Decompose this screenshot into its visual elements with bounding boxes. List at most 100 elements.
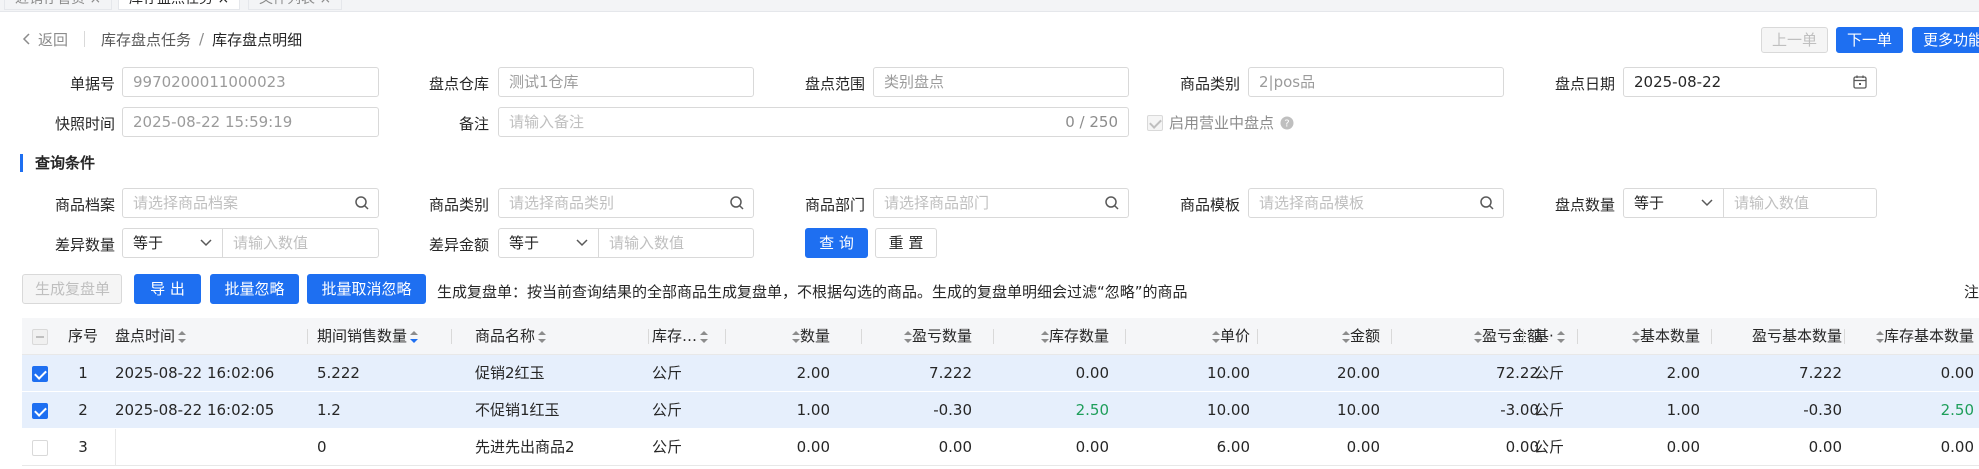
next-button[interactable]: 下一单	[1836, 27, 1904, 53]
sort-icon[interactable]	[700, 330, 709, 343]
header-pl-qty[interactable]: 盈亏数量	[872, 318, 972, 355]
header-stock-base-qty[interactable]: 库存基本数量	[1852, 318, 1974, 355]
reset-button[interactable]: 重 置	[875, 228, 937, 258]
header-period-sales[interactable]: 期间销售数量	[317, 318, 452, 355]
snapshot-value: 2025-08-22 15:59:19	[133, 113, 293, 131]
dept-input[interactable]: 请选择商品部门	[873, 188, 1129, 218]
sort-icon[interactable]	[903, 330, 912, 343]
header-product-name[interactable]: 商品名称	[475, 318, 595, 355]
sort-icon[interactable]	[178, 330, 187, 343]
row-checkbox-box[interactable]	[32, 365, 48, 382]
product-placeholder: 请选择商品档案	[133, 194, 239, 212]
search-icon[interactable]	[354, 195, 370, 211]
tab-stock-count-task[interactable]: 库存盘点任务 ×	[118, 0, 241, 10]
sort-icon[interactable]	[1040, 330, 1049, 343]
header-qty[interactable]: 数量	[742, 318, 830, 355]
select-all-checkbox[interactable]	[22, 318, 58, 355]
cell-pl-amount: 0.00	[1505, 438, 1539, 456]
header-stock-qty[interactable]: 库存数量	[1012, 318, 1109, 355]
date-field[interactable]: 2025-08-22	[1623, 67, 1877, 97]
category-field: 2|pos品	[1248, 67, 1504, 97]
remark-char-count: 0 / 250	[1065, 113, 1118, 131]
in-business-checkbox-box[interactable]	[1147, 114, 1163, 131]
count-qty-filter: 等于 请输入数值	[1623, 188, 1877, 218]
dept-placeholder: 请选择商品部门	[884, 194, 990, 212]
header-base-qty[interactable]: 基本数量	[1592, 318, 1700, 355]
header-pl-amount[interactable]: 盈亏金额	[1442, 318, 1542, 355]
help-icon[interactable]: ?	[1280, 116, 1294, 130]
remark-input[interactable]: 请输入备注 0 / 250	[498, 107, 1129, 137]
header-count-time[interactable]: 盘点时间	[115, 318, 265, 355]
breadcrumb-parent[interactable]: 库存盘点任务	[101, 29, 191, 50]
template-label: 商品模板	[1179, 196, 1240, 214]
search-icon[interactable]	[729, 195, 745, 211]
cell-stock-base-qty: 2.50	[1940, 401, 1974, 419]
row-checkbox[interactable]	[22, 429, 58, 466]
header-amount[interactable]: 金额	[1272, 318, 1380, 355]
diff-amt-value-input[interactable]: 请输入数值	[599, 229, 753, 257]
sort-icon[interactable]	[1631, 330, 1640, 343]
search-button[interactable]: 查 询	[805, 228, 868, 258]
table-row[interactable]: 3 0 先进先出商品2 公斤 0.00 0.00 0.00 6.00 0.00 …	[22, 429, 1979, 466]
category-value: 2|pos品	[1259, 73, 1316, 91]
column-divider	[648, 329, 649, 344]
product-input[interactable]: 请选择商品档案	[122, 188, 379, 218]
warehouse-value: 测试1仓库	[509, 73, 579, 91]
product-label: 商品档案	[54, 196, 115, 214]
header-price[interactable]: 单价	[1142, 318, 1250, 355]
cell-stock-unit: 公斤	[652, 438, 683, 456]
sort-icon[interactable]	[1556, 330, 1565, 343]
in-business-checkbox[interactable]: 启用营业中盘点 ?	[1147, 112, 1294, 133]
diff-qty-operator-select[interactable]: 等于	[123, 229, 223, 257]
prev-button[interactable]: 上一单	[1761, 27, 1829, 53]
select-all-checkbox-box[interactable]	[32, 328, 48, 345]
generate-recheck-button[interactable]: 生成复盘单	[22, 274, 122, 304]
sort-icon[interactable]	[1211, 330, 1220, 343]
tab-sales-inventory[interactable]: 近销存管货 ×	[4, 0, 113, 10]
sort-icon[interactable]	[1473, 330, 1482, 343]
table-row[interactable]: 1 2025-08-22 16:02:06 5.222 促销2红玉 公斤 2.0…	[22, 355, 1979, 392]
cell-stock-unit: 公斤	[652, 401, 683, 419]
column-divider	[993, 329, 994, 344]
tab-file-list[interactable]: 文件列表 ×	[248, 0, 343, 10]
table-row[interactable]: 2 2025-08-22 16:02:05 1.2 不促销1红玉 公斤 1.00…	[22, 392, 1979, 429]
diff-qty-operator-value: 等于	[133, 234, 164, 252]
search-icon[interactable]	[1104, 195, 1120, 211]
calendar-icon[interactable]	[1852, 74, 1868, 90]
column-divider	[1577, 329, 1578, 344]
cell-count-time	[115, 429, 305, 466]
header-base-qty-label: 基本数量	[1639, 327, 1700, 345]
header-pl-base-qty[interactable]: 盈亏基本数量	[1722, 318, 1842, 355]
sort-icon[interactable]	[538, 330, 547, 343]
query-category-input[interactable]: 请选择商品类别	[498, 188, 754, 218]
cell-pl-base-qty: -0.30	[1803, 401, 1842, 419]
sort-icon[interactable]	[410, 330, 419, 343]
export-button[interactable]: 导 出	[134, 274, 201, 304]
chevron-left-icon	[22, 33, 30, 45]
row-checkbox-box[interactable]	[32, 402, 48, 419]
cell-base-unit: 公斤	[1534, 364, 1565, 382]
header-base-unit[interactable]: 基·	[1534, 318, 1579, 355]
header-seq: 序号	[67, 327, 98, 345]
count-qty-operator-select[interactable]: 等于	[1624, 189, 1724, 217]
back-link[interactable]: 返回	[22, 29, 68, 50]
chevron-down-icon	[576, 239, 588, 247]
count-qty-value-input[interactable]: 请输入数值	[1724, 189, 1876, 217]
column-divider	[307, 329, 308, 344]
search-icon[interactable]	[1479, 195, 1495, 211]
cell-period-sales: 1.2	[317, 401, 341, 419]
sort-icon[interactable]	[1875, 330, 1884, 343]
more-button[interactable]: 更多功能	[1912, 27, 1979, 53]
diff-amt-operator-select[interactable]: 等于	[499, 229, 599, 257]
row-checkbox-box[interactable]	[32, 439, 48, 456]
row-checkbox[interactable]	[22, 392, 58, 429]
sort-icon[interactable]	[791, 330, 800, 343]
template-input[interactable]: 请选择商品模板	[1248, 188, 1504, 218]
header-stock-unit[interactable]: 库存…	[652, 318, 742, 355]
sort-icon[interactable]	[1341, 330, 1350, 343]
diff-qty-value-input[interactable]: 请输入数值	[223, 229, 378, 257]
batch-ignore-button[interactable]: 批量忽略	[210, 274, 299, 304]
batch-unignore-button[interactable]: 批量取消忽略	[307, 274, 426, 304]
row-checkbox[interactable]	[22, 355, 58, 392]
cell-stock-qty: 0.00	[1075, 438, 1109, 456]
